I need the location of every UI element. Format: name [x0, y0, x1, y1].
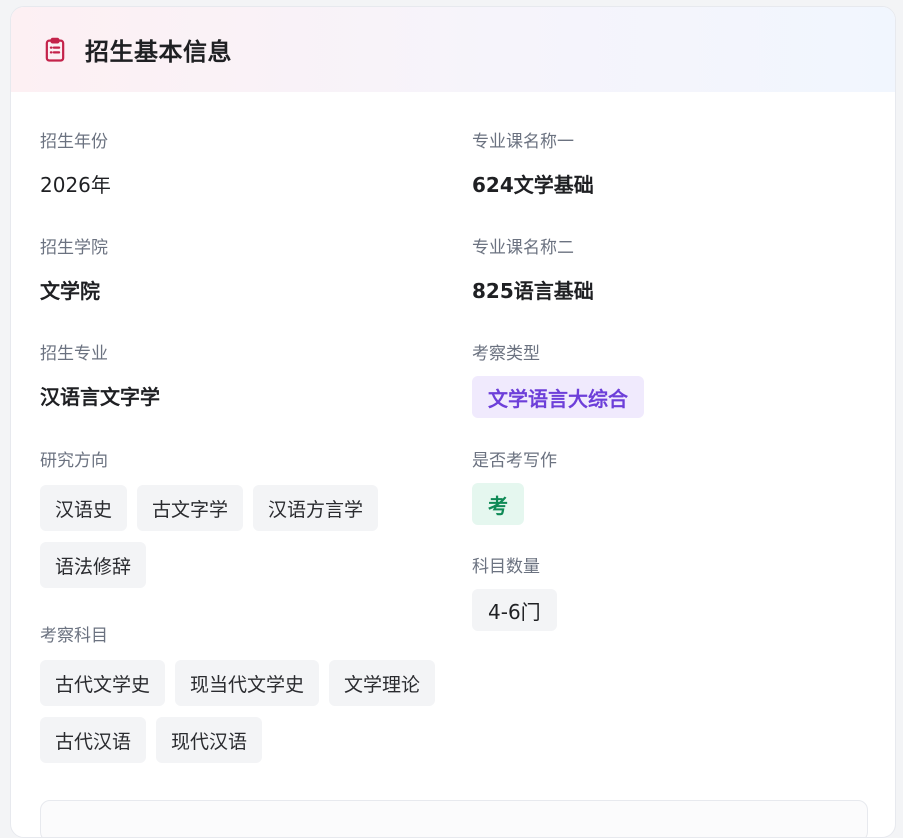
admission-info-card: 招生基本信息 招生年份 2026年 招生学院 文学院 招生专业 汉语言文字学 研… — [10, 6, 896, 838]
field-exam-type: 考察类型 文学语言大综合 — [472, 339, 644, 418]
field-label: 专业课名称二 — [472, 238, 574, 258]
direction-chip: 汉语方言学 — [253, 485, 379, 531]
field-label: 招生年份 — [40, 132, 108, 152]
direction-chip: 汉语史 — [40, 485, 128, 531]
field-course2: 专业课名称二 825语言基础 — [472, 233, 594, 304]
field-label: 研究方向 — [40, 451, 108, 471]
field-label: 招生学院 — [40, 238, 108, 258]
field-college: 招生学院 文学院 — [40, 233, 108, 304]
field-label: 是否考写作 — [472, 451, 557, 471]
field-course1: 专业课名称一 624文学基础 — [472, 127, 594, 198]
subject-chip: 现代汉语 — [156, 717, 263, 763]
subject-chip: 文学理论 — [329, 660, 436, 706]
field-value: 2026年 — [40, 173, 111, 197]
field-value: 624文学基础 — [472, 173, 594, 197]
field-year: 招生年份 2026年 — [40, 127, 111, 198]
field-value: 825语言基础 — [472, 279, 594, 303]
subject-count-badge: 4-6门 — [472, 589, 557, 631]
field-major: 招生专业 汉语言文字学 — [40, 339, 160, 410]
card-header: 招生基本信息 — [11, 7, 895, 92]
card-title: 招生基本信息 — [85, 38, 232, 66]
field-value: 汉语言文字学 — [40, 385, 160, 409]
subject-chip: 现当代文学史 — [175, 660, 320, 706]
field-label: 考察科目 — [40, 626, 108, 646]
field-label: 考察类型 — [472, 344, 540, 364]
directions-chip-list: 汉语史 古文字学 汉语方言学 语法修辞 — [40, 485, 440, 588]
next-section-card — [40, 800, 868, 837]
field-subject-count: 科目数量 4-6门 — [472, 552, 557, 631]
field-label: 科目数量 — [472, 557, 540, 577]
field-directions: 研究方向 汉语史 古文字学 汉语方言学 语法修辞 — [40, 446, 440, 588]
writing-badge: 考 — [472, 483, 524, 525]
clipboard-icon — [41, 36, 69, 64]
field-value: 文学院 — [40, 279, 100, 303]
direction-chip: 语法修辞 — [40, 542, 147, 588]
field-label: 专业课名称一 — [472, 132, 574, 152]
subjects-chip-list: 古代文学史 现当代文学史 文学理论 古代汉语 现代汉语 — [40, 660, 440, 763]
field-writing: 是否考写作 考 — [472, 446, 557, 525]
direction-chip: 古文字学 — [137, 485, 244, 531]
field-subjects: 考察科目 古代文学史 现当代文学史 文学理论 古代汉语 现代汉语 — [40, 621, 440, 763]
exam-type-badge: 文学语言大综合 — [472, 376, 644, 418]
subject-chip: 古代文学史 — [40, 660, 166, 706]
subject-chip: 古代汉语 — [40, 717, 147, 763]
field-label: 招生专业 — [40, 344, 108, 364]
